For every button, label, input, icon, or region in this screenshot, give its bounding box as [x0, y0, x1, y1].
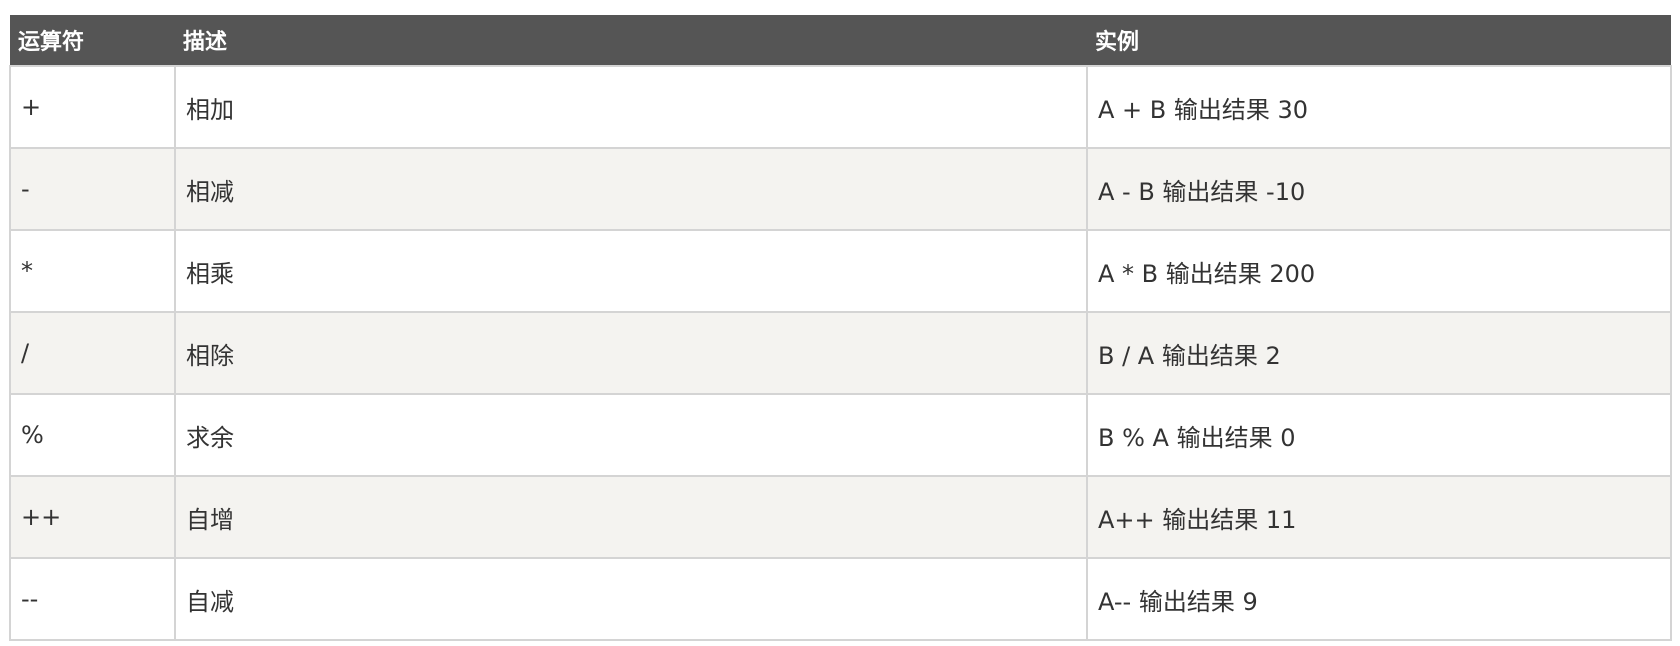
table-row: + 相加 A + B 输出结果 30	[9, 65, 1672, 149]
cell-description: 相加	[174, 65, 1088, 149]
cell-description: 自增	[174, 475, 1088, 559]
cell-operator: *	[9, 229, 176, 313]
cell-description: 相除	[174, 311, 1088, 395]
header-description: 描述	[183, 30, 228, 55]
table-row: - 相减 A - B 输出结果 -10	[9, 147, 1672, 231]
cell-operator: %	[9, 393, 176, 477]
header-row: 运算符 描述 实例	[10, 15, 1671, 66]
operators-table-container: 运算符 描述 实例 + 相加 A + B 输出结果 30 - 相减 A - B …	[9, 15, 1672, 641]
cell-operator: +	[9, 65, 176, 149]
cell-description: 相乘	[174, 229, 1088, 313]
table-header: 运算符 描述 实例	[10, 15, 1671, 66]
table-row: ++ 自增 A++ 输出结果 11	[9, 475, 1672, 559]
cell-example: A + B 输出结果 30	[1086, 65, 1672, 149]
operators-table: 运算符 描述 实例 + 相加 A + B 输出结果 30 - 相减 A - B …	[9, 15, 1672, 641]
cell-operator: ++	[9, 475, 176, 559]
cell-description: 求余	[174, 393, 1088, 477]
cell-example: A - B 输出结果 -10	[1086, 147, 1672, 231]
cell-example: A++ 输出结果 11	[1086, 475, 1672, 559]
header-example: 实例	[1095, 30, 1140, 55]
cell-description: 相减	[174, 147, 1088, 231]
cell-operator: /	[9, 311, 176, 395]
cell-example: A * B 输出结果 200	[1086, 229, 1672, 313]
cell-description: 自减	[174, 557, 1088, 641]
cell-operator: -	[9, 147, 176, 231]
table-row: * 相乘 A * B 输出结果 200	[9, 229, 1672, 313]
cell-example: A-- 输出结果 9	[1086, 557, 1672, 641]
cell-example: B / A 输出结果 2	[1086, 311, 1672, 395]
cell-example: B % A 输出结果 0	[1086, 393, 1672, 477]
table-row: -- 自减 A-- 输出结果 9	[9, 557, 1672, 641]
table-row: % 求余 B % A 输出结果 0	[9, 393, 1672, 477]
table-row: / 相除 B / A 输出结果 2	[9, 311, 1672, 395]
header-operator: 运算符	[18, 30, 85, 55]
cell-operator: --	[9, 557, 176, 641]
table-body: + 相加 A + B 输出结果 30 - 相减 A - B 输出结果 -10 *…	[9, 65, 1672, 641]
